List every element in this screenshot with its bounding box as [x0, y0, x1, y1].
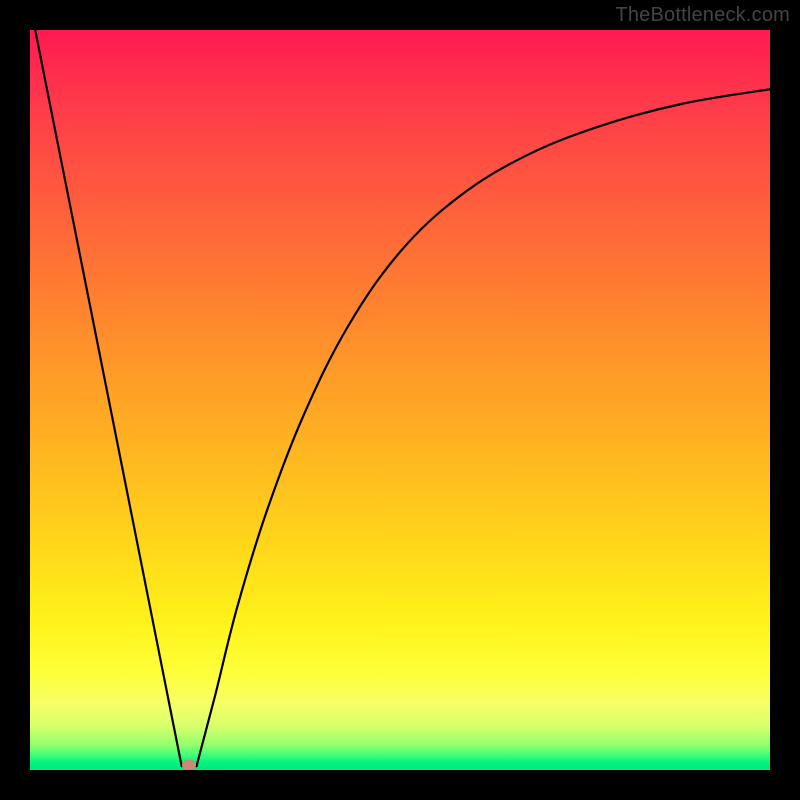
watermark-text: TheBottleneck.com [615, 4, 790, 27]
chart-frame: TheBottleneck.com [0, 0, 800, 800]
curve-svg [30, 30, 770, 770]
marker-dot [182, 759, 196, 770]
curve-left-line [35, 30, 182, 766]
curve-right [197, 89, 771, 766]
plot-area [30, 30, 770, 770]
